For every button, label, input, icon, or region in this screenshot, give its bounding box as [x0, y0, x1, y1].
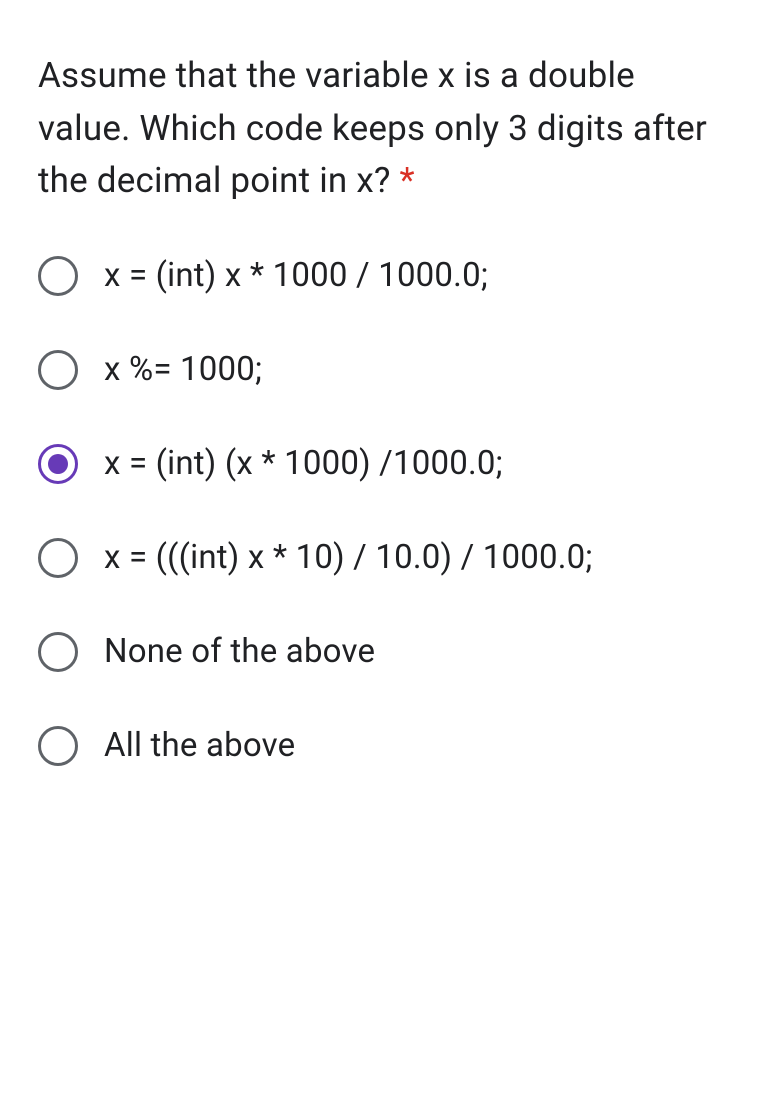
options-container: x = (int) x * 1000 / 1000.0; x %= 1000; …: [38, 256, 725, 766]
option-5[interactable]: None of the above: [38, 632, 725, 672]
option-3[interactable]: x = (int) (x * 1000) /1000.0;: [38, 444, 725, 484]
option-label: None of the above: [104, 632, 375, 671]
radio-icon: [38, 632, 78, 672]
radio-icon: [38, 350, 78, 390]
option-4[interactable]: x = (((int) x * 10) / 10.0) / 1000.0;: [38, 538, 725, 578]
radio-icon: [38, 538, 78, 578]
option-2[interactable]: x %= 1000;: [38, 350, 725, 390]
option-label: x = (int) (x * 1000) /1000.0;: [104, 444, 503, 483]
option-label: All the above: [104, 726, 295, 765]
option-6[interactable]: All the above: [38, 726, 725, 766]
option-label: x = (int) x * 1000 / 1000.0;: [104, 256, 488, 295]
option-label: x %= 1000;: [104, 350, 262, 389]
option-label: x = (((int) x * 10) / 10.0) / 1000.0;: [104, 538, 593, 577]
required-asterisk: *: [400, 160, 415, 201]
radio-icon: [38, 444, 78, 484]
radio-icon: [38, 726, 78, 766]
question-body: Assume that the variable x is a double v…: [38, 55, 707, 201]
question-text: Assume that the variable x is a double v…: [38, 50, 725, 208]
radio-icon: [38, 256, 78, 296]
option-1[interactable]: x = (int) x * 1000 / 1000.0;: [38, 256, 725, 296]
radio-inner-icon: [48, 454, 68, 474]
